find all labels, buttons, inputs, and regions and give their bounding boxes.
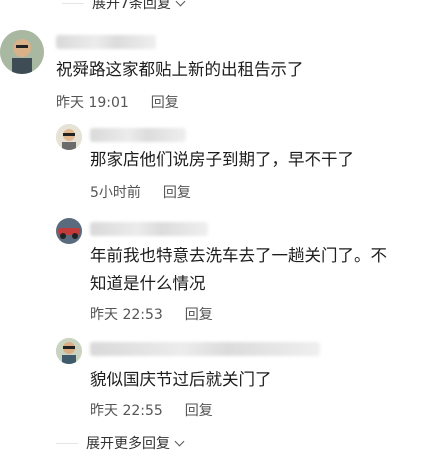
comment-meta: 昨天 19:01 回复 [56, 92, 179, 112]
avatar[interactable] [56, 338, 82, 364]
avatar[interactable] [56, 218, 82, 244]
expand-replies-top[interactable]: 展开7条回复 [62, 0, 186, 13]
avatar-image [0, 30, 44, 74]
timestamp: 昨天 22:53 [90, 307, 163, 323]
expand-more-replies-label: 展开更多回复 [86, 436, 170, 452]
reply-text-line2: 知道是什么情况 [90, 274, 206, 293]
reply-text: 那家店他们说房子到期了，早不干了 [90, 150, 354, 169]
timestamp: 昨天 22:55 [90, 403, 163, 419]
comment-text: 祝舜路这家都贴上新的出租告示了 [56, 60, 304, 79]
reply-button[interactable]: 回复 [185, 304, 213, 324]
reply-text-line1: 年前我也特意去洗车去了一趟关门了。不 [90, 246, 387, 265]
reply-meta: 昨天 22:55 回复 [90, 400, 213, 420]
reply-meta: 昨天 22:53 回复 [90, 304, 213, 324]
timestamp: 昨天 19:01 [56, 95, 129, 111]
chevron-down-icon [175, 0, 186, 6]
username-blurred [56, 35, 156, 49]
divider-line [56, 442, 78, 444]
username-blurred [90, 128, 186, 142]
avatar-image [56, 338, 82, 364]
reply-button[interactable]: 回复 [185, 400, 213, 420]
expand-replies-label: 展开7条回复 [92, 0, 171, 12]
username-blurred [90, 222, 208, 236]
reply-meta: 5小时前 回复 [90, 182, 191, 202]
reply-button[interactable]: 回复 [151, 92, 179, 112]
avatar[interactable] [0, 30, 44, 74]
divider-line [62, 2, 84, 4]
reply-text: 貌似国庆节过后就关门了 [90, 370, 272, 389]
timestamp: 5小时前 [90, 185, 141, 201]
avatar-image [56, 124, 82, 150]
expand-more-replies[interactable]: 展开更多回复 [56, 433, 185, 453]
avatar-image [56, 218, 82, 244]
chevron-down-icon [174, 436, 185, 446]
username-blurred [90, 342, 320, 356]
avatar[interactable] [56, 124, 82, 150]
reply-button[interactable]: 回复 [163, 182, 191, 202]
